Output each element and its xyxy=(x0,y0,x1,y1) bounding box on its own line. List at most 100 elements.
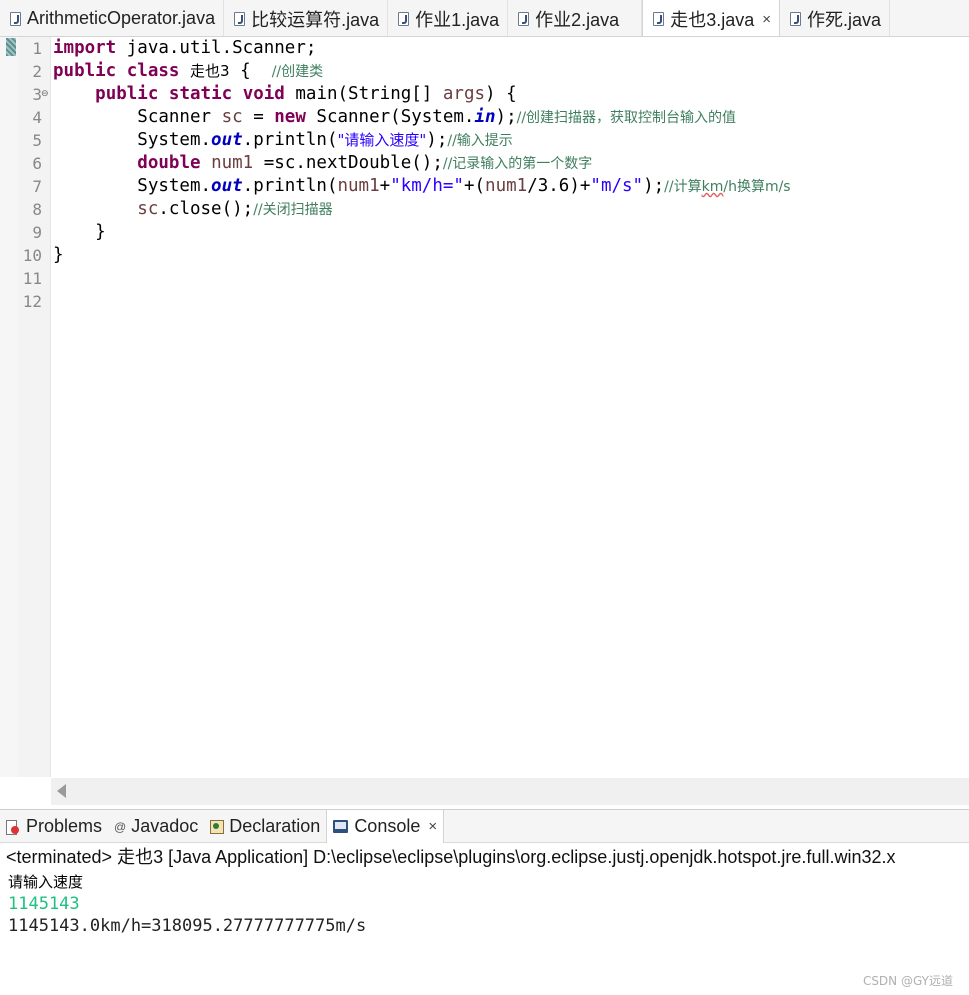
java-file-icon xyxy=(10,11,21,26)
tab-declaration[interactable]: Declaration xyxy=(204,810,326,843)
code-line: import java.util.Scanner; xyxy=(53,37,316,60)
editor-tab-homework1[interactable]: 作业1.java xyxy=(388,0,509,36)
keyword: new xyxy=(274,107,306,127)
line-number: 7 xyxy=(32,177,42,196)
line-number: 6 xyxy=(32,154,42,173)
class-name: 走也3 xyxy=(190,62,230,80)
static-field: in xyxy=(474,107,496,127)
scroll-left-arrow-icon[interactable] xyxy=(57,784,66,798)
code-text: /3.6)+ xyxy=(527,176,591,196)
line-number: 12 xyxy=(22,292,42,311)
code-line: public static void main(String[] args) { xyxy=(53,83,517,106)
line-number-gutter: 1 2 3 ⊖ 4 5 6 7 8 9 10 11 12 xyxy=(18,37,51,777)
code-line: System.out.println("请输入速度");//输入提示 xyxy=(53,129,513,152)
tab-console[interactable]: Console × xyxy=(326,810,445,843)
line-number: 1 xyxy=(32,39,42,58)
console-status-line: <terminated> 走也3 [Java Application] D:\e… xyxy=(6,847,896,867)
watermark: CSDN @GY远道 xyxy=(862,974,953,988)
code-text: + xyxy=(379,176,391,196)
code-line: public class 走也3 { //创建类 xyxy=(53,60,323,83)
editor-tab-bar: ArithmeticOperator.java 比较运算符.java 作业1.j… xyxy=(0,0,969,37)
keyword: void xyxy=(242,84,285,104)
console-icon xyxy=(333,820,349,833)
code-text: .println( xyxy=(242,176,338,196)
java-file-icon xyxy=(398,11,410,26)
line-number: 2 xyxy=(32,62,42,81)
editor-tab-label: 走也3.java xyxy=(670,10,755,30)
tab-javadoc[interactable]: @ Javadoc xyxy=(108,810,204,843)
code-text: =sc.nextDouble(); xyxy=(253,153,443,173)
line-number: 11 xyxy=(22,269,42,288)
keyword: import xyxy=(53,38,117,58)
line-number: 8 xyxy=(32,200,42,219)
line-number: 3 xyxy=(32,85,42,104)
code-comment: //关闭扫描器 xyxy=(253,202,333,218)
keyword: double xyxy=(137,153,201,173)
code-text: .close(); xyxy=(158,199,254,219)
console-output[interactable]: 请输入速度 1145143 1145143.0km/h=318095.27777… xyxy=(8,871,963,937)
static-field: out xyxy=(211,176,243,196)
at-icon: @ xyxy=(114,819,127,834)
code-text: ); xyxy=(643,176,665,196)
tab-problems[interactable]: Problems xyxy=(0,810,108,843)
line-number: 9 xyxy=(32,223,42,242)
code-editor[interactable]: 1 2 3 ⊖ 4 5 6 7 8 9 10 11 12 import java… xyxy=(0,37,969,807)
code-text: .println( xyxy=(242,130,338,150)
horizontal-scrollbar[interactable] xyxy=(51,778,969,805)
comment-text: //计算 xyxy=(664,179,702,195)
line-number: 10 xyxy=(22,246,42,265)
static-field: out xyxy=(211,130,243,150)
console-input-line: 1145143 xyxy=(8,894,80,914)
local-variable: sc xyxy=(221,107,243,127)
editor-tab-label: ArithmeticOperator.java xyxy=(27,8,216,28)
code-text: = xyxy=(242,107,275,127)
code-comment: //计算km/h换算m/s xyxy=(664,179,790,195)
editor-tab-label: 作业2.java xyxy=(535,9,620,30)
overview-ruler xyxy=(0,37,18,777)
editor-tab-arithmeticoperator[interactable]: ArithmeticOperator.java xyxy=(0,0,225,36)
code-text: main(String[] xyxy=(284,84,443,104)
view-tab-bar: Problems @ Javadoc Declaration Console × xyxy=(0,810,969,843)
code-line: } xyxy=(53,245,64,265)
line-number: 4 xyxy=(32,108,42,127)
code-text: ) { xyxy=(485,84,517,104)
code-text: System. xyxy=(53,176,212,196)
keyword: public xyxy=(95,84,159,104)
close-tab-icon[interactable]: × xyxy=(762,11,771,28)
fold-collapse-icon[interactable]: ⊖ xyxy=(41,83,49,106)
local-variable: num1 xyxy=(211,153,254,173)
comment-text: /h换算m/s xyxy=(723,179,791,195)
keyword: static xyxy=(168,84,233,104)
editor-tab-homework2[interactable]: 作业2.java xyxy=(508,0,643,36)
editor-tab-label: 比较运算符.java xyxy=(251,9,380,30)
problems-icon xyxy=(6,819,20,835)
java-file-icon xyxy=(653,12,665,26)
editor-tab-zuosi[interactable]: 作死.java xyxy=(780,0,891,36)
editor-tab-comparison-operators[interactable]: 比较运算符.java xyxy=(224,0,389,36)
code-text-area[interactable]: import java.util.Scanner; public class 走… xyxy=(53,37,969,777)
code-text: Scanner xyxy=(53,107,222,127)
console-prompt-line: 请输入速度 xyxy=(8,873,84,891)
close-tab-icon[interactable]: × xyxy=(428,818,437,835)
keyword: public xyxy=(53,61,117,81)
code-line: } xyxy=(53,222,106,242)
code-text: { xyxy=(229,61,272,81)
change-marker xyxy=(6,38,16,56)
console-panel: Problems @ Javadoc Declaration Console ×… xyxy=(0,809,969,995)
line-number: 5 xyxy=(32,131,42,150)
code-comment: //输入提示 xyxy=(447,133,513,149)
string-literal: "km/h=" xyxy=(390,176,464,196)
tab-label: Problems xyxy=(26,816,103,836)
editor-tab-zouye3[interactable]: 走也3.java × xyxy=(642,0,781,36)
editor-tab-label: 作死.java xyxy=(807,9,882,30)
local-variable: num1 xyxy=(337,176,380,196)
console-result-line: 1145143.0km/h=318095.27777777775m/s xyxy=(8,916,367,936)
code-comment: //创建扫描器，获取控制台输入的值 xyxy=(516,110,737,126)
code-text: Scanner(System. xyxy=(305,107,475,127)
keyword: class xyxy=(126,61,180,81)
editor-tab-label: 作业1.java xyxy=(415,9,500,30)
